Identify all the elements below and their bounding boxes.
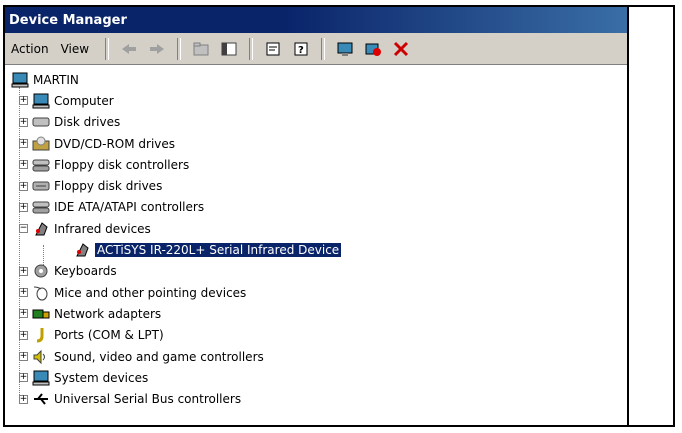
scan-hardware-icon[interactable] [334, 38, 356, 60]
category-label: System devices [54, 370, 149, 385]
show-hide-tree-icon[interactable] [218, 38, 240, 60]
disable-device-icon[interactable] [362, 38, 384, 60]
tree-category[interactable]: + Mice and other pointing devices [11, 282, 621, 303]
tree-root-label: MARTIN [33, 72, 79, 87]
sound-icon [32, 349, 50, 365]
expand-plus-icon[interactable]: + [19, 373, 28, 383]
category-label: Sound, video and game controllers [54, 349, 264, 364]
tree-category-expanded[interactable]: − Infrared devices [11, 218, 621, 239]
usb-icon [32, 391, 50, 407]
screenshot-frame: Device Manager Action View ? MARTIN + Co… [3, 5, 675, 427]
properties-icon[interactable] [262, 38, 284, 60]
category-label: Universal Serial Bus controllers [54, 392, 242, 407]
computer-icon [11, 72, 29, 88]
category-label: Disk drives [54, 115, 121, 130]
expand-plus-icon[interactable]: + [19, 117, 28, 127]
window-title: Device Manager [9, 12, 127, 28]
category-label: Infrared devices [54, 221, 151, 236]
tree-category[interactable]: + Universal Serial Bus controllers [11, 388, 621, 409]
device-label-selected: ACTiSYS IR-220L+ Serial Infrared Device [93, 242, 343, 259]
expand-plus-icon[interactable]: + [19, 309, 28, 319]
cdrom-icon [32, 136, 50, 152]
toolbar-separator [249, 37, 254, 60]
tree-category[interactable]: + Keyboards [11, 261, 621, 282]
tree-category[interactable]: + Disk drives [11, 112, 621, 133]
floppy-drive-icon [32, 178, 50, 194]
system-device-icon [32, 370, 50, 386]
category-label: Network adapters [54, 306, 162, 321]
category-label: Computer [54, 93, 114, 108]
collapse-minus-icon[interactable]: − [19, 224, 28, 234]
expand-plus-icon[interactable]: + [19, 288, 28, 298]
menu-action[interactable]: Action [9, 42, 59, 56]
up-folder-icon[interactable] [190, 38, 212, 60]
help-icon[interactable]: ? [290, 38, 312, 60]
expand-plus-icon[interactable]: + [19, 394, 28, 404]
tree-category[interactable]: + Network adapters [11, 303, 621, 324]
category-label: DVD/CD-ROM drives [54, 136, 176, 151]
ide-controller-icon [32, 199, 50, 215]
disk-drive-icon [32, 114, 50, 130]
expand-plus-icon[interactable]: + [19, 330, 28, 340]
category-label: Floppy disk controllers [54, 157, 190, 172]
expand-plus-icon[interactable]: + [19, 181, 28, 191]
category-label: Floppy disk drives [54, 179, 163, 194]
category-label: IDE ATA/ATAPI controllers [54, 200, 205, 215]
controller-icon [32, 157, 50, 173]
expand-plus-icon[interactable]: + [19, 139, 28, 149]
category-label: Mice and other pointing devices [54, 285, 247, 300]
infrared-icon [32, 221, 50, 237]
menu-toolbar: Action View ? [5, 33, 627, 65]
tree-category[interactable]: + Floppy disk drives [11, 175, 621, 196]
expand-plus-icon[interactable]: + [19, 352, 28, 361]
expand-plus-icon[interactable]: + [19, 96, 28, 106]
computer-icon [32, 93, 50, 109]
expand-plus-icon[interactable]: + [19, 202, 28, 212]
menu-view[interactable]: View [59, 42, 99, 56]
tree-root[interactable]: MARTIN [11, 69, 621, 90]
tree-category[interactable]: + System devices [11, 367, 621, 388]
infrared-device-icon [73, 242, 91, 258]
device-tree: MARTIN + Computer + Disk drives + DVD/CD… [5, 65, 627, 425]
category-label: Ports (COM & LPT) [54, 328, 164, 343]
toolbar-separator [105, 37, 110, 60]
toolbar-separator [177, 37, 182, 60]
device-manager-window: Device Manager Action View ? MARTIN + Co… [5, 7, 629, 425]
tree-category[interactable]: + Sound, video and game controllers [11, 346, 621, 367]
back-arrow-icon[interactable] [118, 38, 140, 60]
network-adapter-icon [32, 306, 50, 322]
tree-category[interactable]: + Floppy disk controllers [11, 154, 621, 175]
expand-plus-icon[interactable]: + [19, 160, 28, 170]
title-bar: Device Manager [5, 7, 627, 33]
category-label: Keyboards [54, 264, 117, 279]
expand-plus-icon[interactable]: + [19, 266, 28, 276]
tree-category[interactable]: + IDE ATA/ATAPI controllers [11, 197, 621, 218]
forward-arrow-icon[interactable] [146, 38, 168, 60]
tree-category[interactable]: + Computer [11, 90, 621, 111]
mouse-icon [32, 285, 50, 301]
toolbar-separator [321, 37, 326, 60]
tree-category[interactable]: + Ports (COM & LPT) [11, 325, 621, 346]
uninstall-device-icon[interactable] [390, 38, 412, 60]
keyboard-icon [32, 263, 50, 279]
tree-category[interactable]: + DVD/CD-ROM drives [11, 133, 621, 154]
svg-text:?: ? [298, 45, 304, 56]
tree-device[interactable]: ACTiSYS IR-220L+ Serial Infrared Device [11, 239, 621, 260]
port-icon [32, 327, 50, 343]
